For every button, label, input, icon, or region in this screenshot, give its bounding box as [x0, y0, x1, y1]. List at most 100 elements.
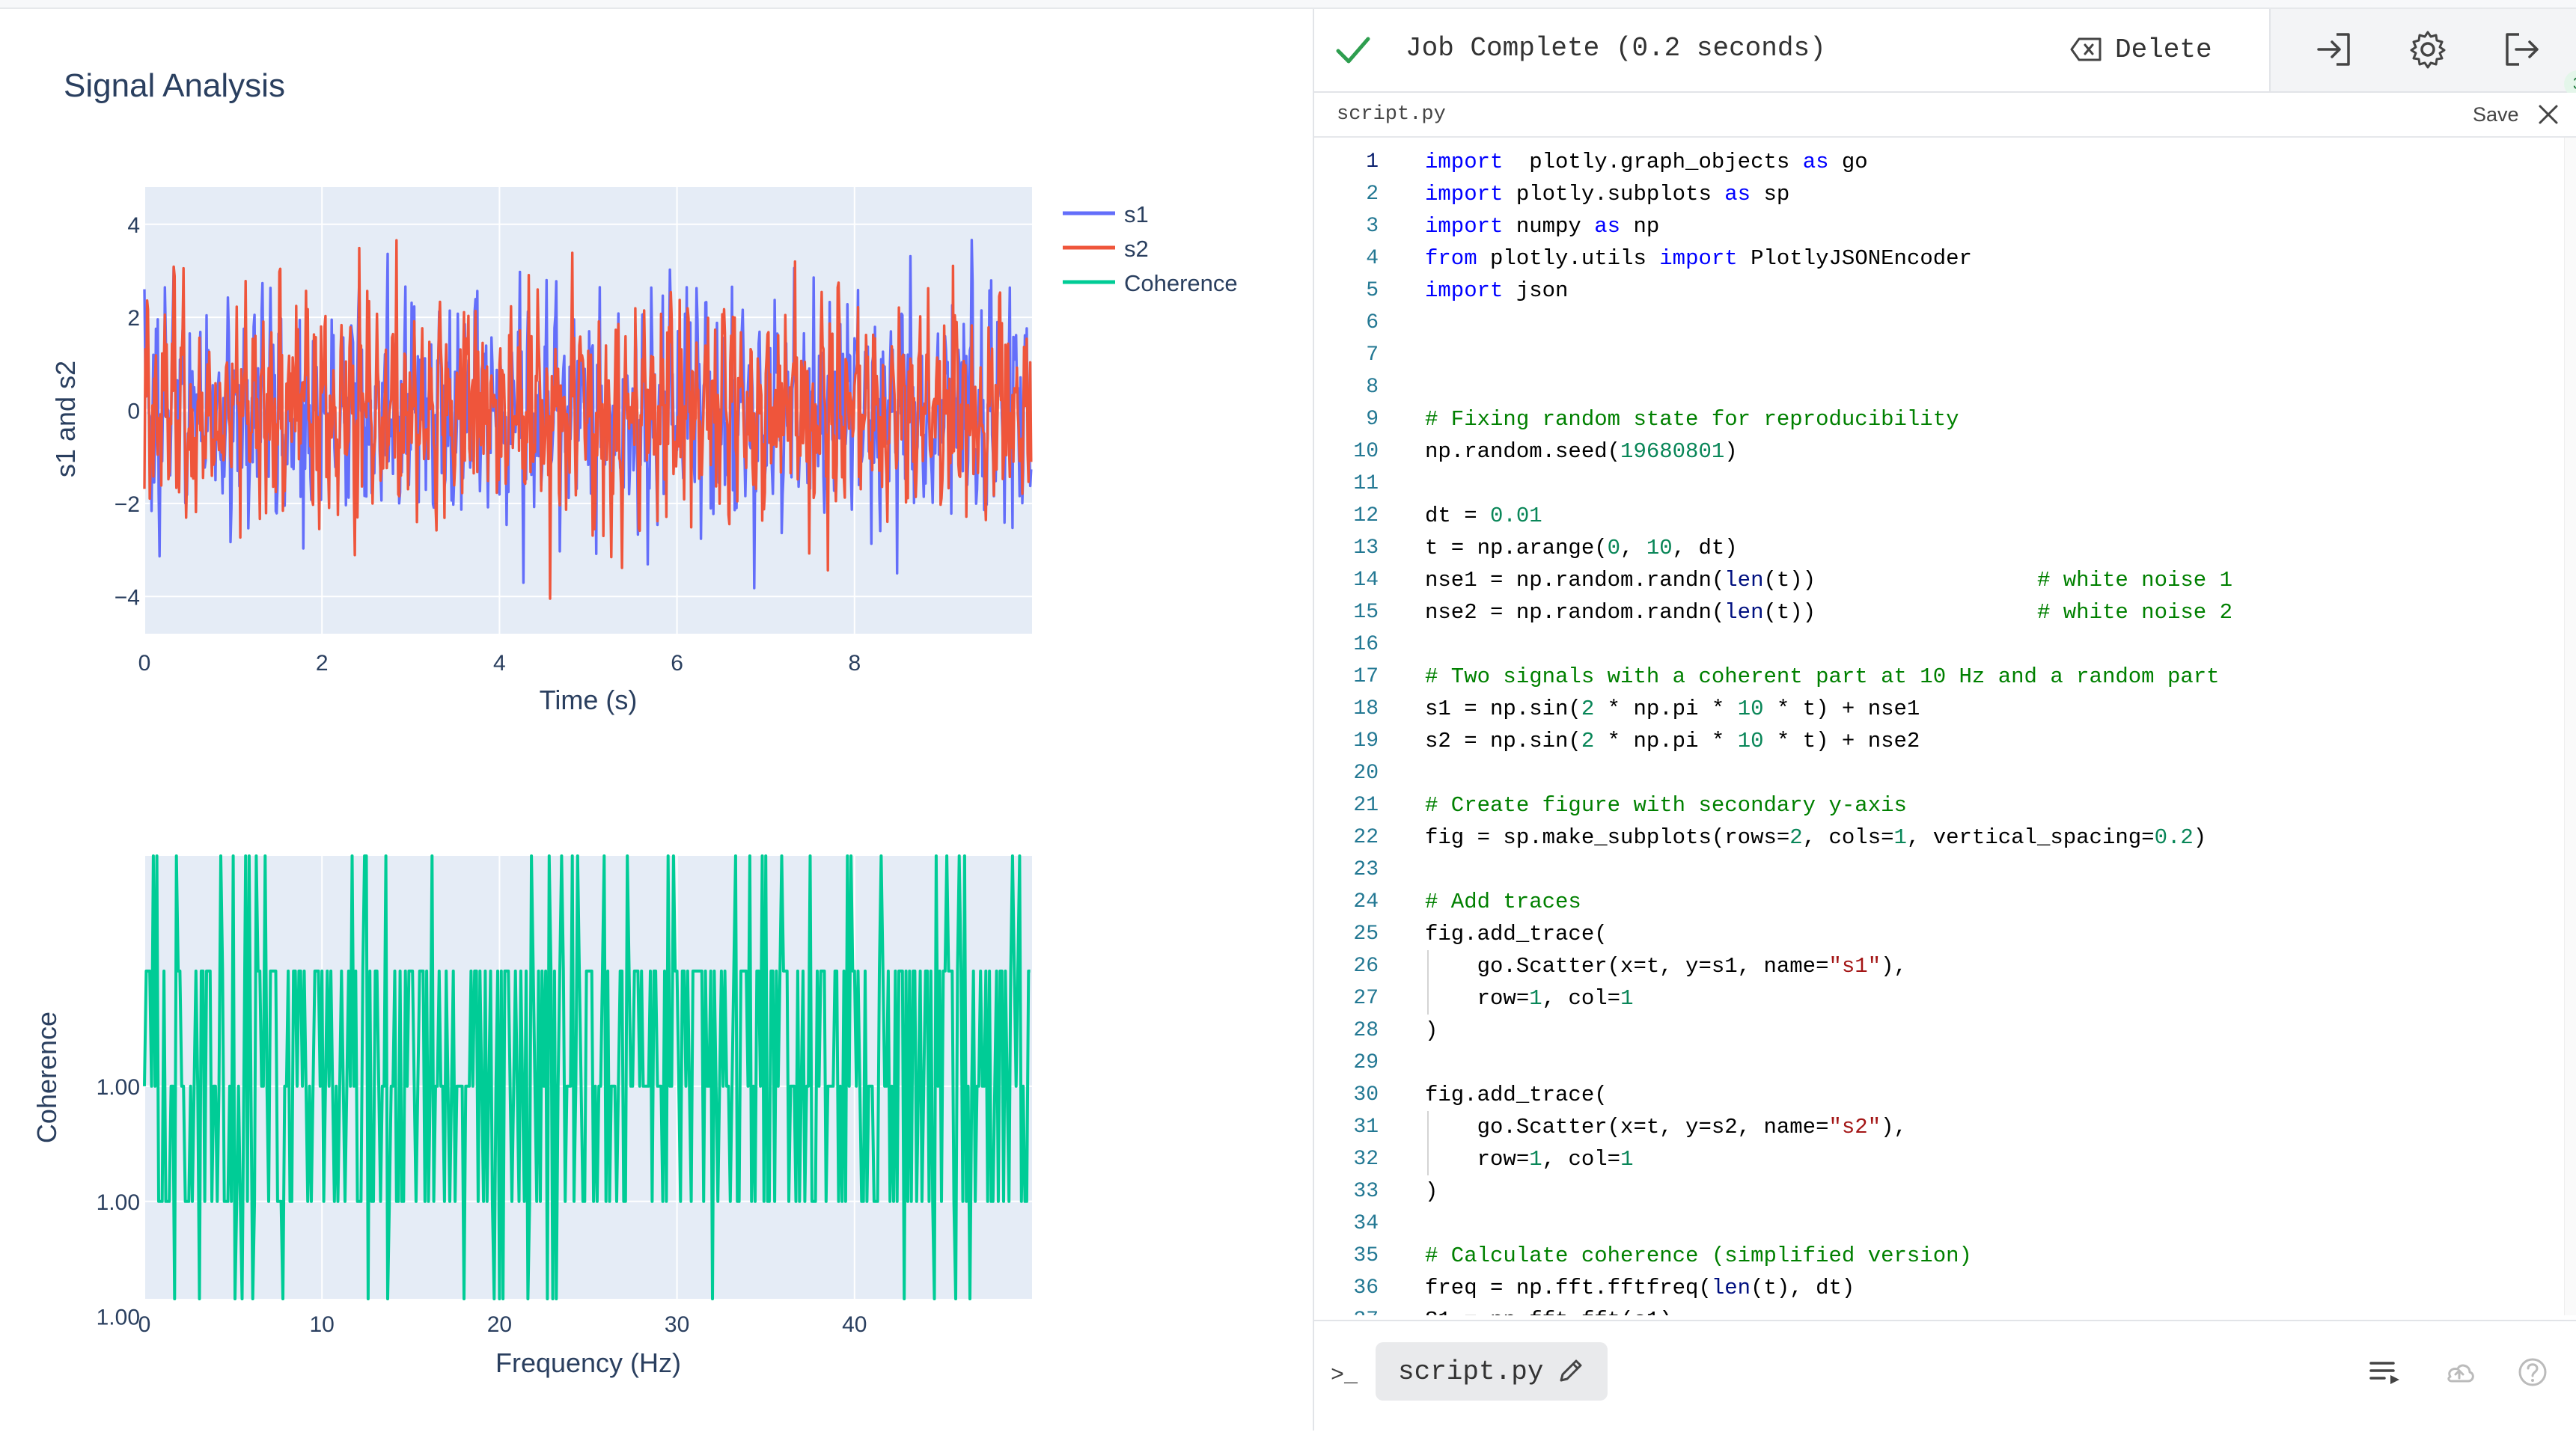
pencil-icon[interactable] — [1555, 1356, 1585, 1386]
code-editor[interactable]: 1 2 3 4 5 6 7 8 9 10 11 12 13 14 15 16 17 18 19 20 21 22 23 24 2… — [1314, 138, 2564, 1315]
bottom-x-tick-label: 0 — [138, 1312, 151, 1337]
logout-icon[interactable] — [2500, 28, 2542, 70]
checkmark-icon — [1336, 37, 1370, 64]
line-number: 1 — [1366, 150, 1379, 174]
top-y-tick-label: 0 — [127, 400, 140, 424]
code-line[interactable]: freq = np.fft.fftfreq(len(t), dt) — [1425, 1272, 1855, 1304]
line-number: 35 — [1353, 1244, 1379, 1267]
bottom-y-tick-label: 1.00 — [97, 1190, 140, 1215]
code-line[interactable]: # Two signals with a coherent part at 10… — [1425, 661, 2220, 693]
gear-icon[interactable] — [2407, 28, 2449, 70]
line-number: 21 — [1353, 794, 1379, 817]
top-x-tick-label: 6 — [671, 651, 683, 676]
code-line[interactable]: import plotly.graph_objects as go — [1425, 146, 1868, 178]
bottom-x-tick-label: 10 — [310, 1312, 335, 1337]
editor-scrollbar[interactable] — [2564, 138, 2576, 1315]
code-line[interactable]: nse1 = np.random.randn(len(t)) # white n… — [1425, 564, 2232, 596]
code-line[interactable]: dt = 0.01 — [1425, 500, 1542, 532]
code-line[interactable]: # Fixing random state for reproducibilit… — [1425, 403, 1959, 435]
line-number: 18 — [1353, 697, 1379, 720]
line-number: 34 — [1353, 1212, 1379, 1235]
script-tab[interactable]: script.py — [1376, 1342, 1608, 1401]
code-line[interactable]: fig.add_trace( — [1425, 918, 1608, 950]
line-number: 6 — [1366, 311, 1379, 334]
top-x-axis-ticks: 0 2 4 6 8 — [138, 651, 861, 676]
legend-s1-label[interactable]: s1 — [1124, 201, 1149, 227]
line-number: 17 — [1353, 665, 1379, 688]
cloud-upload-icon[interactable] — [2441, 1354, 2477, 1390]
code-line[interactable]: # Add traces — [1425, 886, 1581, 918]
code-line[interactable]: from plotly.utils import PlotlyJSONEncod… — [1425, 242, 1972, 275]
bottom-x-axis-title: Frequency (Hz) — [495, 1347, 681, 1378]
line-number: 26 — [1353, 955, 1379, 978]
code-line[interactable]: fig = sp.make_subplots(rows=2, cols=1, v… — [1425, 821, 2206, 854]
delete-button[interactable]: Delete — [2070, 25, 2212, 73]
code-line[interactable]: s2 = np.sin(2 * np.pi * 10 * t) + nse2 — [1425, 725, 1920, 757]
legend-coherence-label[interactable]: Coherence — [1124, 270, 1238, 296]
code-line[interactable]: ) — [1425, 1175, 1438, 1208]
line-number: 10 — [1353, 440, 1379, 463]
job-status-text: Job Complete (0.2 seconds) — [1405, 33, 1826, 64]
line-number: 23 — [1353, 858, 1379, 881]
bottom-x-tick-label: 30 — [665, 1312, 689, 1337]
job-status-bar: Job Complete (0.2 seconds) Delete 3 — [1314, 9, 2576, 97]
close-icon[interactable] — [2537, 103, 2560, 126]
save-button[interactable]: Save — [2473, 103, 2519, 126]
top-y-tick-label: −4 — [115, 585, 140, 610]
top-x-tick-label: 0 — [138, 651, 151, 676]
figure-title: Signal Analysis — [64, 67, 285, 104]
code-line[interactable]: fig.add_trace( — [1425, 1079, 1608, 1111]
legend-s2-label[interactable]: s2 — [1124, 236, 1149, 262]
top-y-axis-title: s1 and s2 — [50, 361, 81, 477]
line-number: 15 — [1353, 601, 1379, 624]
top-x-tick-label: 2 — [316, 651, 329, 676]
code-line[interactable]: # Create figure with secondary y-axis — [1425, 789, 1907, 821]
code-line[interactable]: go.Scatter(x=t, y=s2, name="s2"), — [1425, 1111, 1907, 1143]
editor-pane: Job Complete (0.2 seconds) Delete 3 — [1313, 9, 2576, 1432]
code-line[interactable]: import numpy as np — [1425, 210, 1659, 242]
code-line[interactable]: row=1, col=1 — [1425, 982, 1634, 1015]
bottom-x-tick-label: 40 — [842, 1312, 867, 1337]
plot-legend[interactable]: s1 s2 Coherence — [1063, 201, 1238, 296]
code-line[interactable]: import plotly.subplots as sp — [1425, 178, 1789, 210]
signal-analysis-figure: Signal Analysis 0 2 4 6 8 −4 −2 0 2 4 Time (s) s… — [31, 67, 1238, 1378]
top-y-axis-ticks: −4 −2 0 2 4 — [115, 213, 140, 611]
delete-icon — [2070, 37, 2102, 61]
line-number: 28 — [1353, 1019, 1379, 1042]
top-y-tick-label: 2 — [127, 306, 140, 331]
top-y-tick-label: −2 — [115, 492, 140, 517]
code-line[interactable]: S1 = np.fft.fft(s1) — [1425, 1304, 1673, 1315]
code-line[interactable]: np.random.seed(19680801) — [1425, 435, 1738, 468]
terminal-prompt-icon[interactable]: >_ — [1331, 1363, 1358, 1389]
window-top-edge — [0, 0, 2576, 9]
bottom-y-axis-ticks: 1.00 1.00 1.00 — [97, 1075, 140, 1330]
line-number: 31 — [1353, 1116, 1379, 1139]
top-x-tick-label: 4 — [493, 651, 506, 676]
line-number: 3 — [1366, 215, 1379, 238]
bottom-toolbar: >_ script.py — [1314, 1320, 2576, 1432]
code-line[interactable]: ) — [1425, 1015, 1438, 1047]
line-number: 27 — [1353, 987, 1379, 1010]
code-line[interactable]: go.Scatter(x=t, y=s1, name="s1"), — [1425, 950, 1907, 982]
line-number: 5 — [1366, 279, 1379, 302]
toolbar-icon-group: 3 — [2269, 9, 2576, 97]
line-number: 9 — [1366, 408, 1379, 431]
code-line[interactable]: nse2 = np.random.randn(len(t)) # white n… — [1425, 596, 2232, 628]
line-number: 33 — [1353, 1180, 1379, 1203]
bottom-x-axis-ticks: 0 10 20 30 40 — [138, 1312, 867, 1337]
code-line[interactable]: s1 = np.sin(2 * np.pi * 10 * t) + nse1 — [1425, 693, 1920, 725]
line-number-gutter: 1 2 3 4 5 6 7 8 9 10 11 12 13 14 15 16 17 18 19 20 21 22 23 24 2… — [1314, 138, 1389, 1315]
code-line[interactable]: t = np.arange(0, 10, dt) — [1425, 532, 1738, 564]
line-number: 14 — [1353, 569, 1379, 592]
code-line[interactable]: # Calculate coherence (simplified versio… — [1425, 1240, 1972, 1272]
bottom-x-tick-label: 20 — [487, 1312, 512, 1337]
line-number: 20 — [1353, 762, 1379, 785]
code-line[interactable]: row=1, col=1 — [1425, 1143, 1634, 1175]
plot-output-pane: Signal Analysis 0 2 4 6 8 −4 −2 0 2 4 Time (s) s… — [0, 9, 1311, 1431]
login-icon[interactable] — [2314, 28, 2356, 70]
run-list-icon[interactable] — [2368, 1354, 2404, 1390]
line-number: 11 — [1353, 472, 1379, 495]
help-icon[interactable] — [2515, 1354, 2551, 1390]
code-line[interactable]: import json — [1425, 275, 1568, 307]
code-content[interactable]: import plotly.graph_objects as go import … — [1425, 138, 2564, 1315]
